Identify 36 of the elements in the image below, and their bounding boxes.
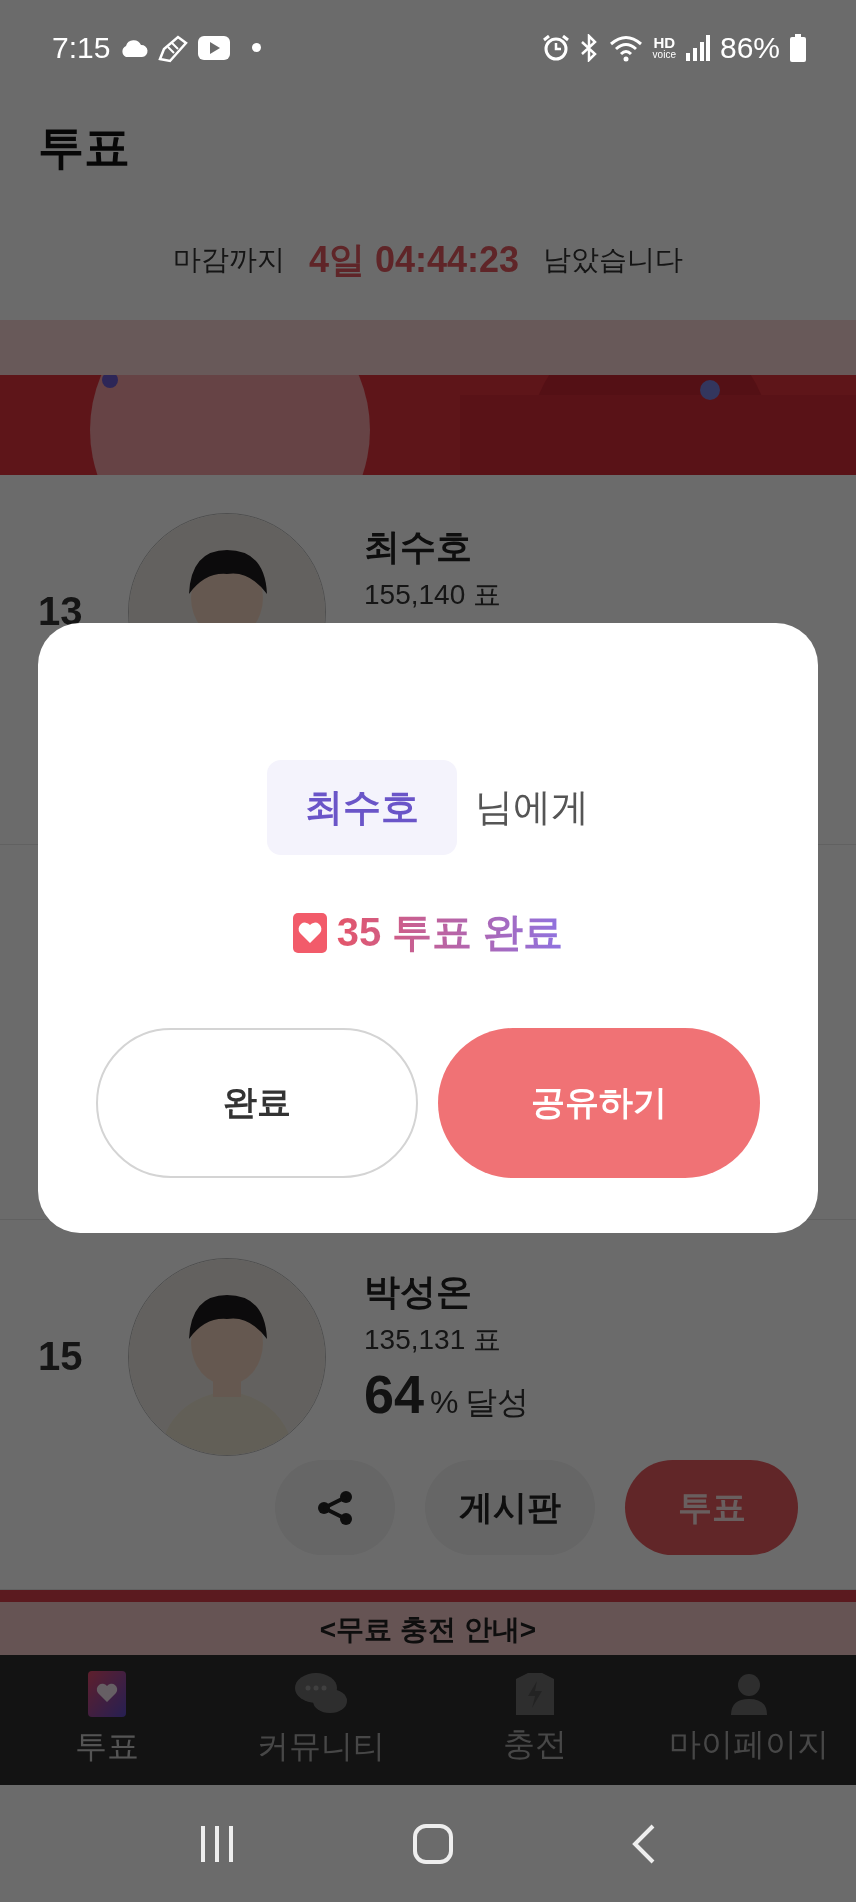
countdown-suffix: 남았습니다 [543, 243, 684, 277]
board-button[interactable]: 게시판 [425, 1460, 595, 1555]
rank-number: 15 [37, 1334, 84, 1379]
share-icon [316, 1489, 354, 1526]
countdown-label: 마감까지 [172, 243, 285, 277]
vote-count: 135,131 표 [364, 1323, 502, 1357]
candidate-name: 박성온 [364, 1270, 473, 1314]
countdown-time: 4일 04:44:23 [308, 237, 520, 282]
person-icon [729, 1673, 769, 1715]
battery-percent: 86% [719, 30, 780, 65]
home-icon[interactable] [413, 1823, 453, 1864]
percent-sign: % [430, 1384, 459, 1421]
recipient-name: 최수호 [267, 760, 457, 855]
signal-icon [685, 34, 710, 61]
back-icon[interactable] [632, 1823, 657, 1864]
alarm-icon [542, 34, 569, 61]
share-button[interactable]: 공유하기 [438, 1028, 760, 1178]
achievement-percent: 64 [364, 1363, 425, 1425]
vote-count: 155,140 표 [364, 578, 501, 612]
page-title: 투표 [38, 119, 130, 175]
heart-card-icon [88, 1671, 126, 1717]
cloud-icon [120, 38, 149, 57]
play-icon [198, 35, 231, 60]
achievement-label: 달성 [464, 1383, 529, 1422]
recent-apps-icon[interactable] [199, 1825, 234, 1862]
status-time: 7:15 [52, 30, 111, 65]
dot-icon [252, 43, 262, 52]
candidate-name: 최수호 [364, 525, 473, 569]
recipient-suffix: 님에게 [475, 785, 589, 830]
battery-icon [790, 33, 806, 62]
wifi-icon [608, 33, 643, 62]
done-button[interactable]: 완료 [96, 1028, 418, 1178]
nav-tab[interactable]: 투표 [0, 1655, 214, 1785]
rank-number: 13 [37, 589, 84, 634]
notice-title: <무료 충전 안내> [319, 1613, 537, 1647]
hd-voice-label: HD voice [652, 36, 676, 59]
